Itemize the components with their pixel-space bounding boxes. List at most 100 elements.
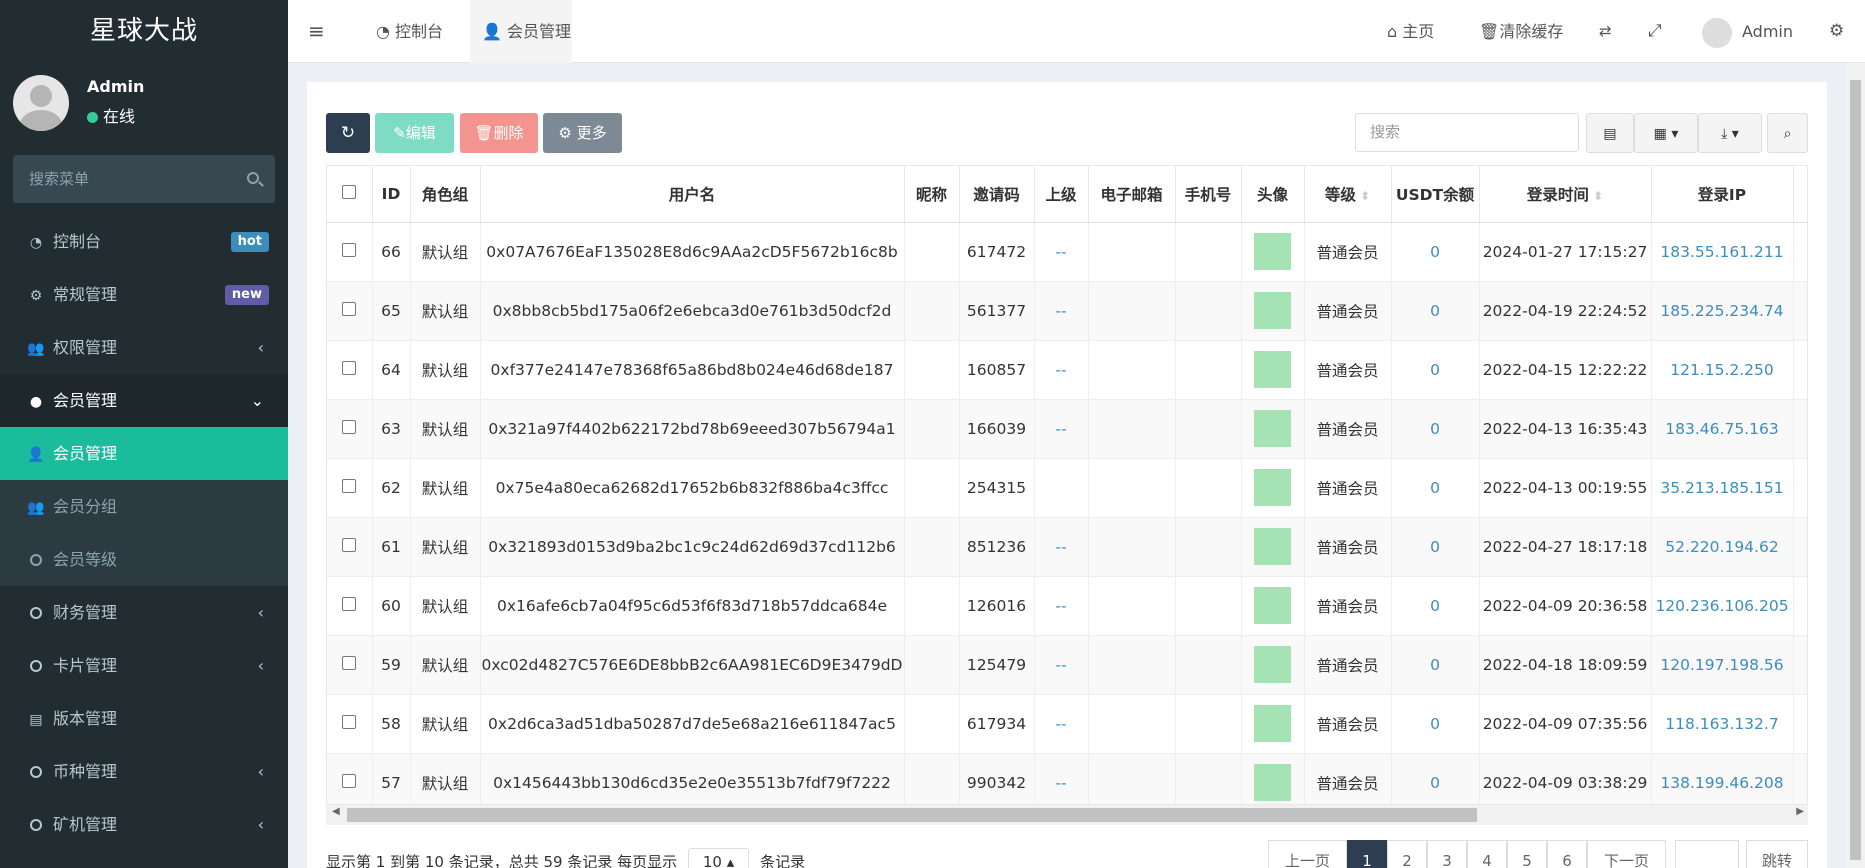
- cell-login-ip[interactable]: 121.15.2.250: [1651, 340, 1794, 400]
- sidebar-item-cards[interactable]: 卡片管理 ‹: [0, 639, 288, 692]
- table-row[interactable]: 57 默认组 0x1456443bb130d6cd35e2e0e35513b7fdf…: [327, 753, 1807, 804]
- cell-parent[interactable]: --: [1034, 340, 1089, 400]
- cell-parent[interactable]: --: [1034, 635, 1089, 695]
- cell-usdt[interactable]: 0: [1391, 694, 1480, 754]
- cell-avatar[interactable]: [1241, 340, 1305, 400]
- col-id[interactable]: ID: [372, 166, 411, 223]
- table-row[interactable]: 65 默认组 0x8bb8cb5bd175a06f2e6ebca3d0e761b3d…: [327, 281, 1807, 341]
- avatar-image[interactable]: [1254, 469, 1291, 506]
- table-row[interactable]: 64 默认组 0xf377e24147e78368f65a86bd8b024e46d…: [327, 340, 1807, 400]
- cell-parent[interactable]: --: [1034, 222, 1089, 282]
- tab-dashboard[interactable]: ◔ 控制台: [364, 0, 455, 63]
- cell-avatar[interactable]: [1241, 222, 1305, 282]
- page-4-button[interactable]: 4: [1467, 840, 1507, 868]
- admin-menu[interactable]: Admin: [1702, 0, 1793, 63]
- avatar-image[interactable]: [1254, 764, 1291, 801]
- translate-icon[interactable]: ⇄: [1599, 0, 1612, 63]
- avatar-image[interactable]: [1254, 410, 1291, 447]
- page-5-button[interactable]: 5: [1507, 840, 1547, 868]
- sidebar-item-member-management[interactable]: 👤 会员管理: [0, 427, 288, 480]
- jump-button[interactable]: 跳转: [1746, 840, 1808, 868]
- cell-usdt[interactable]: 0: [1391, 517, 1480, 577]
- cell-parent[interactable]: --: [1034, 517, 1089, 577]
- menu-search-input[interactable]: 搜索菜单: [13, 155, 275, 203]
- vertical-scrollbar[interactable]: [1846, 63, 1865, 868]
- tab-member-management[interactable]: 👤 会员管理: [470, 0, 572, 63]
- avatar-image[interactable]: [1254, 646, 1291, 683]
- cell-usdt[interactable]: 0: [1391, 340, 1480, 400]
- cell-login-ip[interactable]: 35.213.185.151: [1651, 458, 1794, 518]
- sidebar-item-member-levels[interactable]: 会员等级: [0, 533, 288, 586]
- col-login-time[interactable]: 登录时间: [1479, 166, 1652, 223]
- row-checkbox[interactable]: [327, 399, 373, 459]
- search-icon[interactable]: [247, 172, 259, 184]
- cell-usdt[interactable]: 0: [1391, 458, 1480, 518]
- sidebar-item-miners[interactable]: 矿机管理 ‹: [0, 798, 288, 851]
- table-row[interactable]: 58 默认组 0x2d6ca3ad51dba50287d7de5e68a216e61…: [327, 694, 1807, 754]
- table-search-input[interactable]: 搜索: [1355, 113, 1579, 152]
- search-button[interactable]: ⌕: [1767, 113, 1808, 153]
- sidebar-item-members[interactable]: ● 会员管理 ⌄: [0, 374, 288, 427]
- row-checkbox[interactable]: [327, 517, 373, 577]
- row-checkbox[interactable]: [327, 458, 373, 518]
- row-checkbox[interactable]: [327, 635, 373, 695]
- avatar-image[interactable]: [1254, 292, 1291, 329]
- cell-avatar[interactable]: [1241, 576, 1305, 636]
- cell-login-ip[interactable]: 120.197.198.56: [1651, 635, 1794, 695]
- cell-usdt[interactable]: 0: [1391, 281, 1480, 341]
- cell-usdt[interactable]: 0: [1391, 222, 1480, 282]
- jump-page-input[interactable]: [1675, 840, 1739, 868]
- sidebar-item-finance[interactable]: 财务管理 ‹: [0, 586, 288, 639]
- cell-login-ip[interactable]: 120.236.106.205: [1651, 576, 1794, 636]
- cell-login-ip[interactable]: 138.199.46.208: [1651, 753, 1794, 804]
- table-row[interactable]: 60 默认组 0x16afe6cb7a04f95c6d53f6f83d718b57d…: [327, 576, 1807, 636]
- avatar-image[interactable]: [1254, 351, 1291, 388]
- edit-button[interactable]: ✎编辑: [375, 113, 454, 153]
- cell-parent[interactable]: --: [1034, 281, 1089, 341]
- next-page-button[interactable]: 下一页: [1587, 840, 1666, 868]
- page-1-button[interactable]: 1: [1347, 840, 1387, 868]
- fullscreen-icon[interactable]: ⤢: [1648, 0, 1662, 63]
- scroll-thumb[interactable]: [347, 808, 1477, 822]
- row-checkbox[interactable]: [327, 576, 373, 636]
- cell-parent[interactable]: --: [1034, 694, 1089, 754]
- table-row[interactable]: 66 默认组 0x07A7676EaF135028E8d6c9AAa2cD5F567…: [327, 222, 1807, 282]
- cell-avatar[interactable]: [1241, 399, 1305, 459]
- cell-login-ip[interactable]: 185.225.234.74: [1651, 281, 1794, 341]
- scroll-thumb[interactable]: [1850, 80, 1861, 860]
- sidebar-item-versions[interactable]: ▤ 版本管理: [0, 692, 288, 745]
- scroll-right-icon[interactable]: ▶: [1796, 806, 1804, 817]
- avatar-image[interactable]: [1254, 233, 1291, 270]
- prev-page-button[interactable]: 上一页: [1268, 840, 1347, 868]
- home-link[interactable]: ⌂ 主页: [1387, 0, 1434, 63]
- row-checkbox[interactable]: [327, 281, 373, 341]
- toggle-view-button[interactable]: ▤: [1586, 113, 1634, 153]
- row-checkbox[interactable]: [327, 694, 373, 754]
- menu-toggle-icon[interactable]: ≡: [308, 0, 325, 63]
- cell-avatar[interactable]: [1241, 753, 1305, 804]
- export-button[interactable]: ⤓ ▾: [1698, 113, 1762, 153]
- select-all-checkbox[interactable]: [327, 166, 373, 223]
- cell-usdt[interactable]: 0: [1391, 753, 1480, 804]
- gear-icon[interactable]: ⚙: [1829, 0, 1844, 63]
- cell-login-ip[interactable]: 183.55.161.211: [1651, 222, 1794, 282]
- sidebar-item-currencies[interactable]: 币种管理 ‹: [0, 745, 288, 798]
- cell-parent[interactable]: --: [1034, 753, 1089, 804]
- app-title[interactable]: 星球大战: [0, 0, 288, 63]
- sidebar-item-permissions[interactable]: 👥 权限管理 ‹: [0, 321, 288, 374]
- avatar-image[interactable]: [1254, 705, 1291, 742]
- refresh-button[interactable]: ↻: [326, 113, 370, 153]
- page-size-select[interactable]: 10 ▴: [687, 848, 750, 868]
- cell-avatar[interactable]: [1241, 458, 1305, 518]
- cell-usdt[interactable]: 0: [1391, 576, 1480, 636]
- cell-login-ip[interactable]: 183.46.75.163: [1651, 399, 1794, 459]
- sidebar-item-general[interactable]: ⚙ 常规管理 new: [0, 268, 288, 321]
- sidebar-item-dashboard[interactable]: ◔ 控制台 hot: [0, 215, 288, 268]
- table-row[interactable]: 63 默认组 0x321a97f4402b622172bd78b69eeed307b…: [327, 399, 1807, 459]
- table-row[interactable]: 62 默认组 0x75e4a80eca62682d17652b6b832f886ba…: [327, 458, 1807, 518]
- cell-avatar[interactable]: [1241, 694, 1305, 754]
- cell-login-ip[interactable]: 52.220.194.62: [1651, 517, 1794, 577]
- page-2-button[interactable]: 2: [1387, 840, 1427, 868]
- page-3-button[interactable]: 3: [1427, 840, 1467, 868]
- more-button[interactable]: ⚙ 更多: [543, 113, 622, 153]
